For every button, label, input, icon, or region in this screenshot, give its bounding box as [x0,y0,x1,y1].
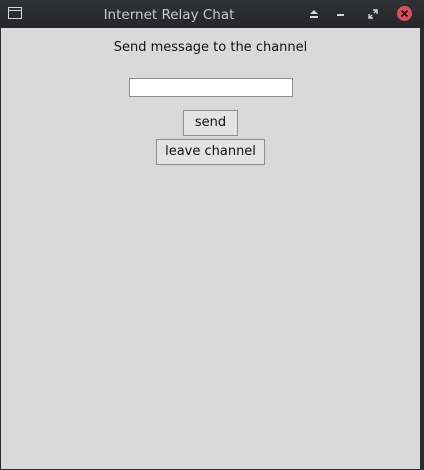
message-input[interactable] [129,78,293,97]
send-button[interactable]: send [183,110,238,136]
irc-window: Internet Relay Chat Send message to the … [0,0,424,470]
leave-channel-button[interactable]: leave channel [156,139,265,165]
close-glyph [400,9,409,18]
restore-glyph [368,9,378,19]
send-message-prompt: Send message to the channel [113,40,308,55]
restore-icon[interactable] [365,6,381,22]
minimize-bar [337,14,344,16]
eject-triangle [310,10,318,14]
window-titlebar[interactable]: Internet Relay Chat [0,0,424,28]
main-panel: Send message to the channel send leave c… [1,28,420,469]
close-icon[interactable] [397,6,412,21]
window-title: Internet Relay Chat [103,7,235,23]
minimize-icon[interactable] [333,6,349,22]
eject-icon[interactable] [306,6,322,22]
eject-bar [310,16,318,18]
